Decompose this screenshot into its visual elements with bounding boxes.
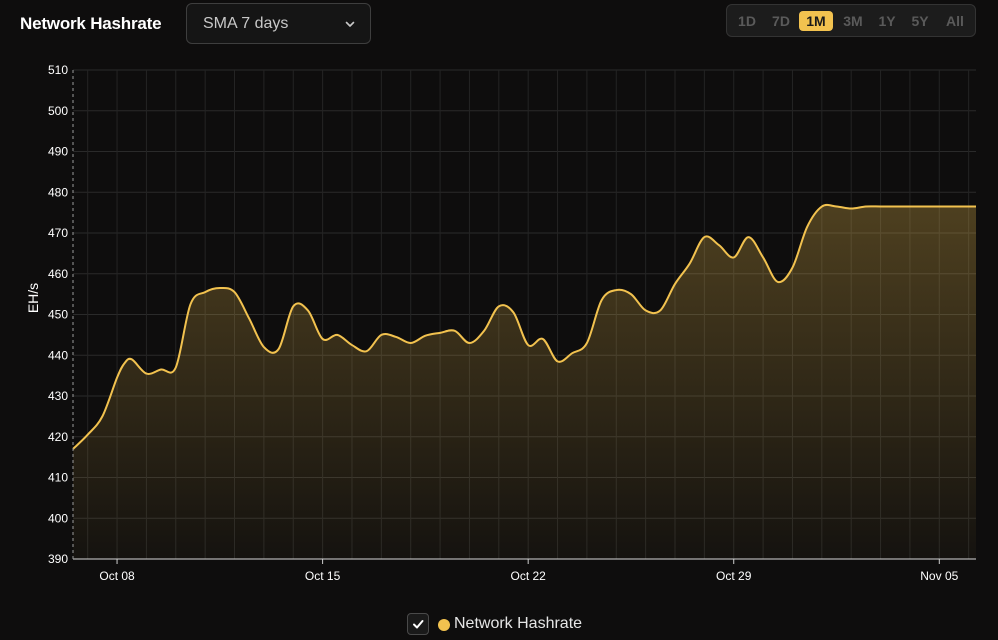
- y-tick-label: 510: [48, 63, 68, 77]
- x-tick-label: Oct 15: [305, 569, 341, 583]
- chart-card: Network Hashrate SMA 7 days 1D 7D 1M 3M …: [0, 0, 998, 640]
- x-tick-label: Nov 05: [920, 569, 958, 583]
- y-tick-label: 500: [48, 104, 68, 118]
- x-tick-label: Oct 22: [510, 569, 546, 583]
- y-tick-label: 460: [48, 267, 68, 281]
- y-tick-label: 450: [48, 308, 68, 322]
- check-icon: [413, 620, 424, 629]
- series-area: [73, 204, 976, 559]
- y-tick-label: 490: [48, 145, 68, 159]
- hashrate-chart: 390 400 410 420 430 440 450 460 470 480 490 500 510 O…: [25, 63, 976, 583]
- y-tick-label: 390: [48, 552, 68, 566]
- legend-label: Network Hashrate: [454, 615, 583, 632]
- y-tick-label: 440: [48, 348, 68, 362]
- y-tick-label: 420: [48, 430, 68, 444]
- area-fill-layer: [73, 204, 976, 559]
- legend-color-dot: [438, 619, 450, 631]
- y-tick-label: 400: [48, 511, 68, 525]
- y-tick-label: 470: [48, 226, 68, 240]
- y-tick-label: 410: [48, 471, 68, 485]
- series-toggle-checkbox[interactable]: [407, 613, 429, 635]
- y-axis-label: EH/s: [25, 283, 41, 313]
- y-tick-label: 480: [48, 185, 68, 199]
- x-tick-label: Oct 08: [99, 569, 135, 583]
- y-tick-label: 430: [48, 389, 68, 403]
- x-tick-label: Oct 29: [716, 569, 752, 583]
